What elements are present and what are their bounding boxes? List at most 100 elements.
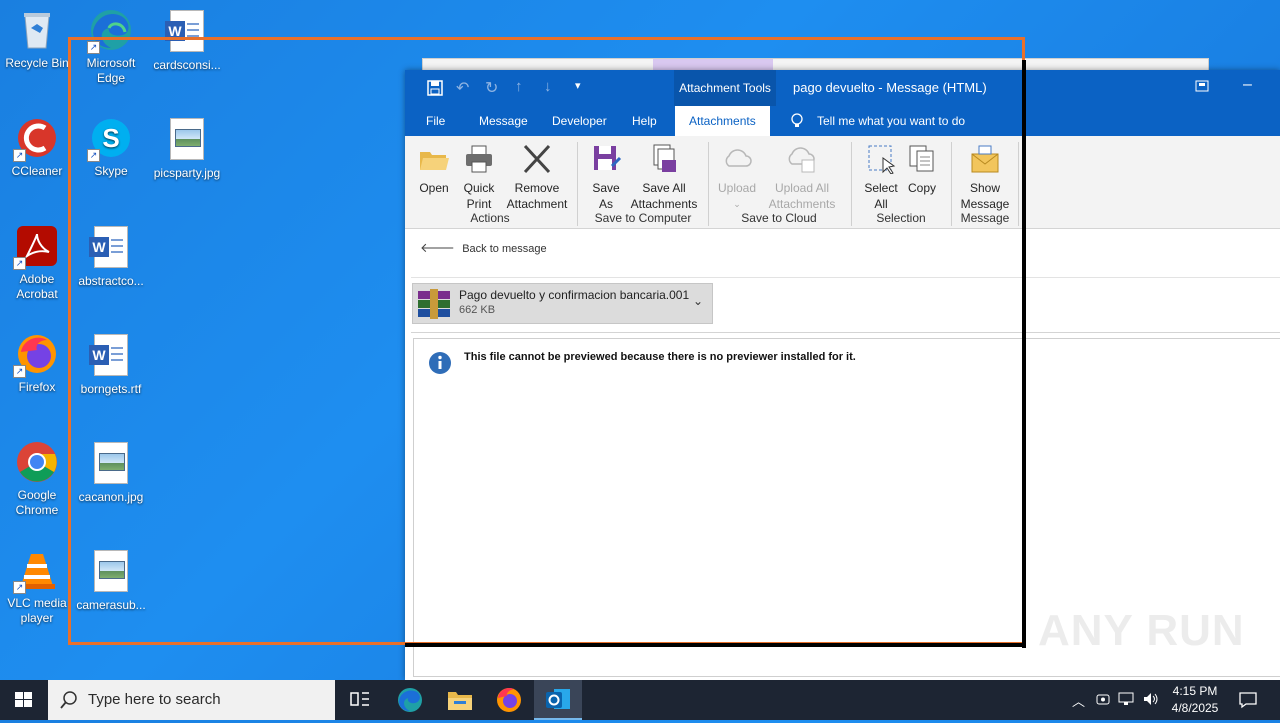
desktop-icon-abstractco[interactable]: W abstractco...	[74, 224, 148, 289]
save-all-attachments-button[interactable]: Save All Attachments	[627, 144, 701, 212]
desktop-icon-cacanon[interactable]: cacanon.jpg	[74, 440, 148, 505]
taskbar-file-explorer-icon[interactable]	[436, 680, 484, 720]
remove-attachment-button[interactable]: Remove Attachment	[505, 144, 569, 212]
select-all-button[interactable]: Select All	[859, 144, 903, 212]
ribbon-display-options-icon[interactable]	[1195, 79, 1209, 96]
cloud-upload-all-icon	[786, 144, 818, 174]
next-item-icon[interactable]: ↓	[544, 78, 552, 95]
clock-date: 4/8/2025	[1171, 701, 1219, 715]
open-button[interactable]: Open	[411, 144, 457, 196]
minimize-icon[interactable]: –	[1243, 76, 1252, 94]
ccleaner-icon: ↗	[13, 116, 59, 162]
group-label-save-to-computer: Save to Computer	[594, 211, 692, 225]
word-document-icon: W	[89, 334, 128, 376]
group-label-selection: Selection	[876, 211, 926, 225]
recycle-bin-icon	[15, 8, 59, 52]
watermark: ANY RUN	[1038, 606, 1245, 655]
skype-icon: S ↗	[87, 116, 133, 162]
desktop-icon-label: Microsoft Edge	[86, 56, 136, 85]
ribbon-tabs: File Message Developer Help Attachments …	[405, 106, 1280, 136]
desktop-icon-camerasub[interactable]: camerasub...	[74, 548, 148, 613]
desktop-icon-cardsconsi[interactable]: W cardsconsi...	[150, 8, 224, 73]
copy-button[interactable]: Copy	[903, 144, 941, 196]
taskbar-firefox-icon[interactable]	[485, 680, 533, 720]
desktop-icon-ccleaner[interactable]: ↗ CCleaner	[0, 116, 74, 179]
chevron-up-icon[interactable]: ︿	[1072, 691, 1085, 710]
save-as-icon	[590, 144, 622, 174]
notifications-icon[interactable]	[1239, 691, 1257, 712]
back-to-message-link[interactable]: 🡐 Back to message	[420, 240, 547, 256]
desktop-icon-adobe-acrobat[interactable]: ↗ Adobe Acrobat	[0, 224, 74, 302]
image-file-icon	[170, 118, 204, 160]
upload-all-attachments-button[interactable]: Upload All Attachments	[767, 144, 837, 212]
previous-item-icon[interactable]: ↑	[515, 78, 523, 95]
save-as-button[interactable]: Save As	[585, 144, 627, 212]
save-all-icon	[648, 144, 680, 174]
taskbar: Type here to search ︿ 4:15 PM 4/8/2025	[0, 680, 1280, 720]
desktop-icon-picsparty[interactable]: picsparty.jpg	[150, 116, 224, 181]
volume-icon[interactable]	[1142, 691, 1160, 710]
meet-now-icon[interactable]	[1095, 691, 1111, 710]
tab-message[interactable]: Message	[479, 106, 528, 136]
tell-me-search[interactable]: Tell me what you want to do	[817, 106, 965, 136]
chevron-down-icon[interactable]: ⌄	[693, 294, 703, 308]
word-document-icon: W	[89, 226, 128, 268]
preview-notice: This file cannot be previewed because th…	[464, 351, 856, 363]
show-message-icon	[969, 144, 1001, 174]
desktop-icon-label: VLC media player	[7, 596, 67, 625]
image-file-icon	[94, 550, 128, 592]
taskbar-search-box[interactable]: Type here to search	[48, 680, 335, 720]
clock-time: 4:15 PM	[1172, 684, 1218, 698]
undo-icon[interactable]: ↶	[456, 78, 469, 98]
redo-icon[interactable]: ↻	[485, 78, 498, 98]
ribbon-separator	[708, 142, 709, 226]
taskbar-edge-icon[interactable]	[386, 680, 434, 720]
tab-attachments[interactable]: Attachments	[675, 106, 770, 136]
desktop-icon-microsoft-edge[interactable]: ↗ Microsoft Edge	[74, 8, 148, 86]
desktop-icon-firefox[interactable]: ↗ Firefox	[0, 332, 74, 395]
desktop-icon-label: Firefox	[18, 380, 56, 394]
attachment-chip[interactable]: Pago devuelto y confirmacion bancaria.00…	[412, 283, 713, 324]
customize-toolbar-icon[interactable]: ▾	[575, 79, 581, 92]
show-message-button[interactable]: Show Message	[957, 144, 1013, 212]
clock[interactable]: 4:15 PM 4/8/2025	[1166, 683, 1224, 717]
desktop-icon-skype[interactable]: S ↗ Skype	[74, 116, 148, 179]
quick-print-button[interactable]: Quick Print	[457, 144, 501, 212]
lightbulb-icon	[790, 113, 804, 132]
cloud-upload-icon	[721, 144, 753, 174]
group-label-message: Message	[960, 211, 1010, 225]
tab-developer[interactable]: Developer	[552, 106, 607, 136]
taskbar-outlook-icon[interactable]	[534, 680, 582, 720]
desktop-icon-borngets[interactable]: W borngets.rtf	[74, 332, 148, 397]
task-view-button[interactable]	[336, 680, 384, 720]
highlight-edge-black	[1022, 60, 1026, 648]
remove-x-icon	[521, 144, 553, 174]
printer-icon	[463, 144, 495, 174]
back-arrow-icon: 🡐	[420, 240, 455, 255]
ribbon-separator	[577, 142, 578, 226]
chrome-icon	[15, 440, 59, 484]
desktop-icon-vlc[interactable]: ↗ VLC media player	[0, 548, 74, 626]
save-icon[interactable]	[427, 80, 443, 99]
desktop-icon-recycle-bin[interactable]: Recycle Bin	[0, 8, 74, 71]
divider	[411, 332, 1280, 333]
desktop-icon-label: Recycle Bin	[5, 56, 69, 70]
desktop-icon-google-chrome[interactable]: Google Chrome	[0, 440, 74, 518]
desktop-icon-label: abstractco...	[78, 274, 144, 288]
highlight-edge-black	[405, 643, 1026, 647]
divider	[411, 277, 1280, 278]
desktop-icon-label: cardsconsi...	[153, 58, 221, 72]
start-button[interactable]	[0, 680, 48, 720]
tab-file[interactable]: File	[426, 106, 445, 136]
desktop-icon-label: CCleaner	[11, 164, 63, 178]
tab-help[interactable]: Help	[632, 106, 657, 136]
network-icon[interactable]	[1118, 691, 1136, 710]
ribbon-separator	[951, 142, 952, 226]
chevron-down-icon: ⌄	[733, 199, 741, 209]
window-title: pago devuelto - Message (HTML)	[793, 80, 987, 95]
desktop-icon-label: Google Chrome	[15, 488, 59, 517]
context-tab-label: Attachment Tools	[674, 70, 776, 106]
upload-button[interactable]: Upload ⌄	[713, 144, 761, 212]
winrar-archive-icon	[418, 289, 450, 322]
select-all-icon	[865, 144, 897, 175]
